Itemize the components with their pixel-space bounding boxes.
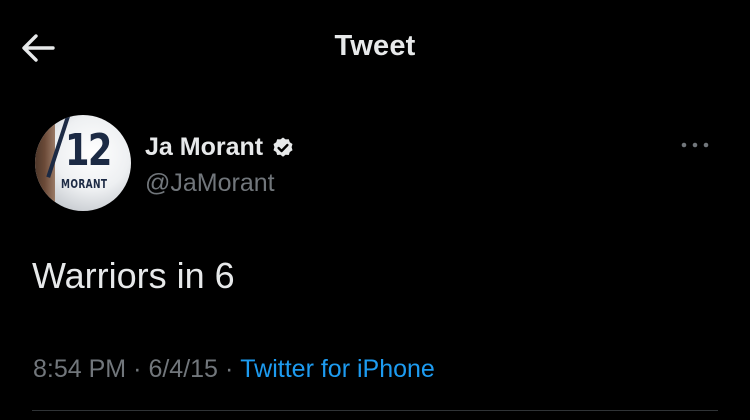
meta-separator: · [133,355,142,383]
avatar-jersey-number: 12 [65,125,112,176]
more-options-icon [681,142,709,148]
author-display-name[interactable]: Ja Morant [145,133,263,162]
divider [32,410,718,411]
avatar-jersey-name: MORANT [61,177,108,191]
tweet-text: Warriors in 6 [32,255,235,296]
meta-separator: · [224,355,234,383]
top-bar: Tweet [0,0,750,96]
tweet-meta: 8:54 PM · 6/4/15 · Twitter for iPhone [33,355,435,384]
author-handle[interactable]: @JaMorant [145,169,295,198]
avatar[interactable]: 12 MORANT [35,115,131,211]
tweet-date[interactable]: 6/4/15 [148,355,218,383]
verified-badge-icon [273,137,293,157]
name-row: Ja Morant [145,129,295,165]
tweet-author: 12 MORANT Ja Morant @JaMorant [35,115,715,215]
page-title: Tweet [334,30,416,62]
author-info: Ja Morant @JaMorant [145,129,295,198]
tweet-time[interactable]: 8:54 PM [33,355,126,383]
more-options-button[interactable] [675,133,715,157]
tweet-source-link[interactable]: Twitter for iPhone [240,355,435,383]
